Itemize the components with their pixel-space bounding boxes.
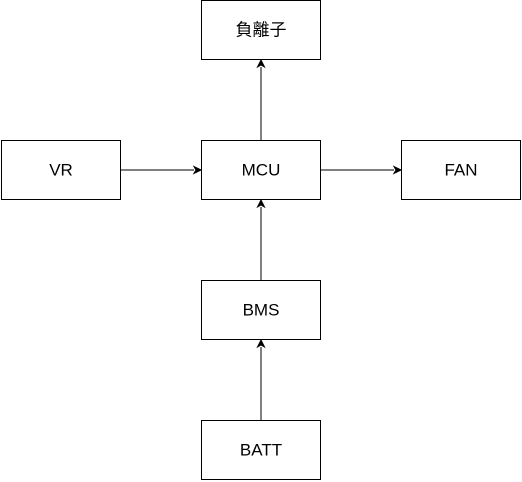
node-bms-label: BMS [243,301,280,320]
edge-bms-to-mcu [256,198,266,280]
edges [121,58,403,420]
arrow-head-icon [192,165,203,175]
node-batt: BATT [201,420,321,480]
edge-batt-to-bms [256,338,266,420]
node-vr: VR [1,140,121,200]
node-vr-label: VR [49,161,73,180]
arrow-head-icon [256,198,266,209]
edge-vr-to-mcu [121,165,203,175]
arrow-head-icon [392,165,403,175]
node-batt-label: BATT [240,441,282,460]
node-mcu: MCU [201,140,321,200]
node-fan: FAN [401,140,521,200]
node-bms: BMS [201,280,321,340]
arrow-head-icon [256,338,266,349]
edge-mcu-to-fan [321,165,403,175]
node-fan-label: FAN [444,161,477,180]
arrow-head-icon [256,58,266,69]
block-diagram: 負離子 VR MCU FAN BMS BATT [1,0,521,480]
node-mcu-label: MCU [242,161,281,180]
node-ion: 負離子 [201,0,321,60]
edge-mcu-to-ion [256,58,266,140]
node-ion-label: 負離子 [236,21,287,40]
